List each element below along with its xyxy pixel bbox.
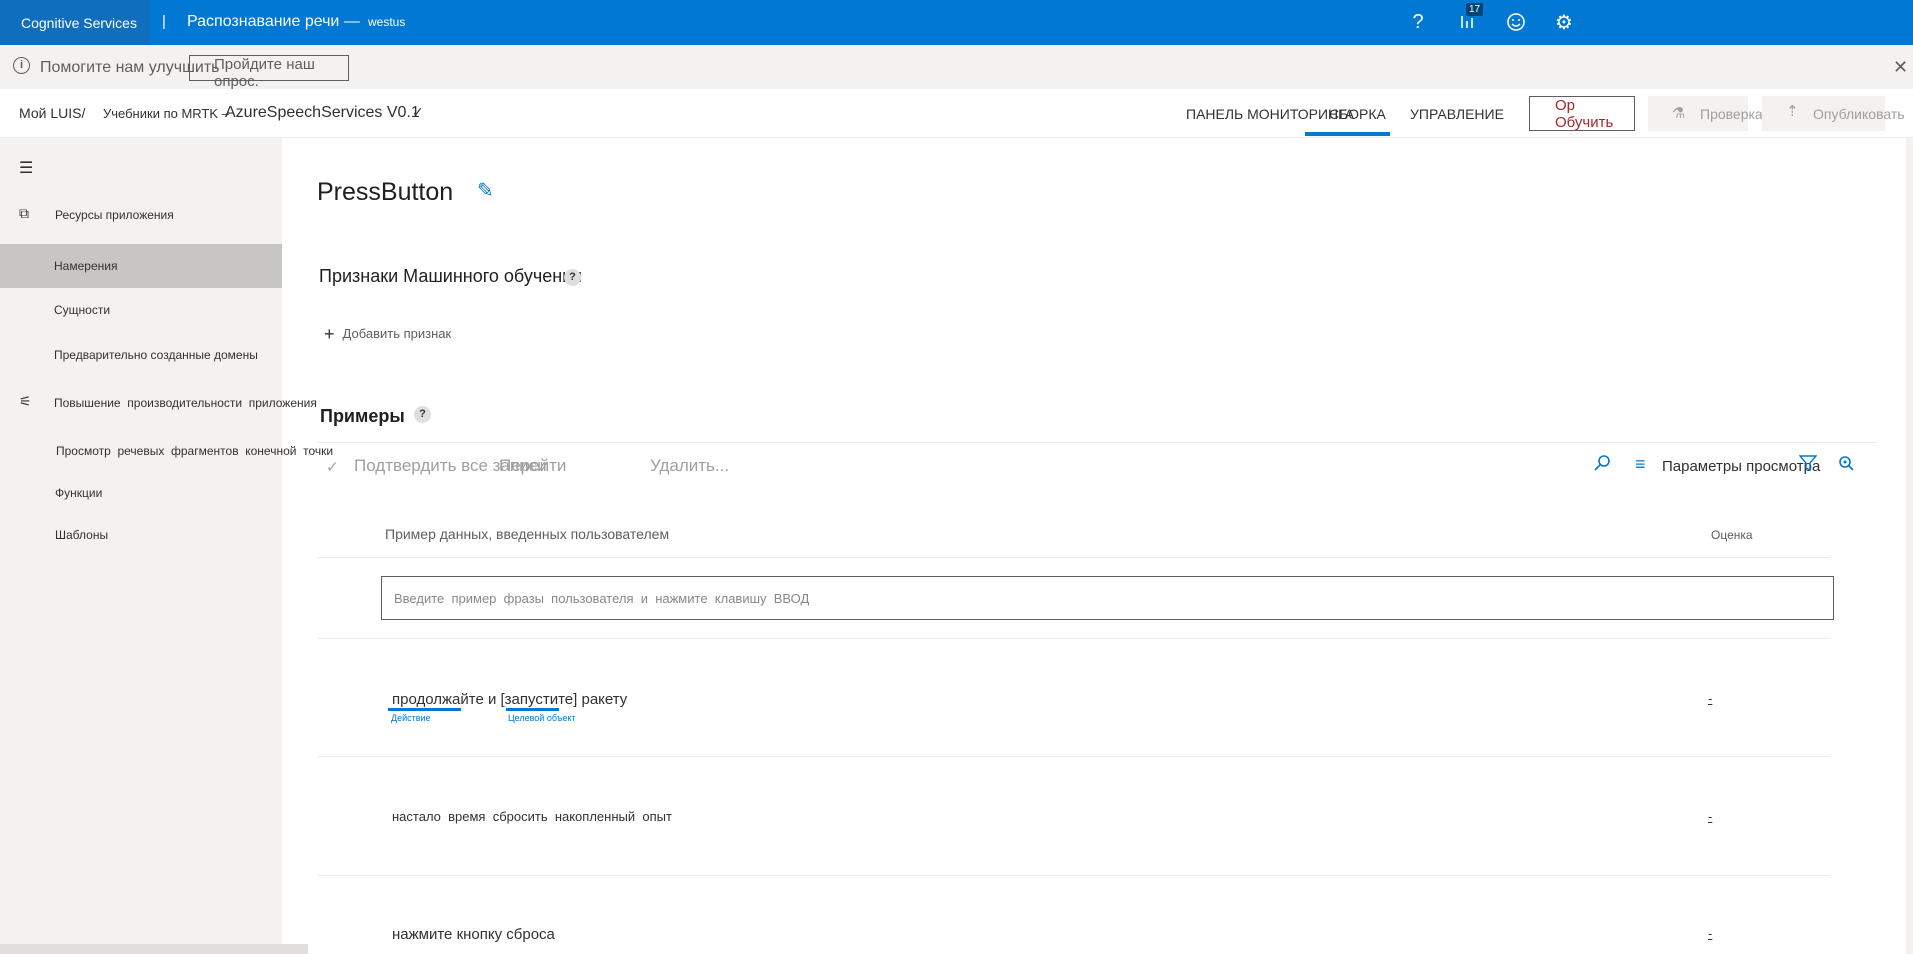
settings-icon[interactable]: ⚙ [1550,8,1578,36]
sidebar-item-label: Намерения [54,259,118,273]
breadcrumb-bar: Мой LUIS/ Учебники по MRTK – AzureSpeech… [0,89,1913,138]
app-assets-icon: ⧉ [19,205,29,221]
help-icon[interactable]: ? [414,406,431,423]
breadcrumb-group[interactable]: Учебники по MRTK – [103,106,229,121]
sidebar-item-label: Функции [55,486,103,500]
notification-count-badge: 17 [1466,3,1484,16]
add-feature-button[interactable]: + Добавить признак [324,324,451,345]
score-value[interactable]: - [1708,809,1712,824]
sidebar-item-label: Шаблоны [55,528,109,542]
sidebar: ☰ ⧉ Ресурсы приложения Намерения Сущност… [0,138,333,954]
brand-label: Cognitive Services [21,14,137,31]
test-label: Проверка [1700,106,1763,122]
plus-icon: + [324,324,335,344]
survey-button[interactable]: Пройдите наш опрос. [189,55,349,90]
sidebar-item-label: Сущности [54,303,111,317]
ml-features-heading: Признаки Машинного обучения [319,266,582,286]
active-tab-indicator [1305,132,1390,136]
tab-build[interactable]: СБОРКА [1329,106,1386,122]
sidebar-item-features[interactable]: Функции [0,481,282,511]
examples-heading: Примеры [320,406,405,426]
entity-label[interactable]: Действие [391,713,431,723]
utterance-text: продолжайте и [запустите] ракету [392,691,628,708]
view-options-icon[interactable]: ≡ [1635,454,1646,475]
publish-button[interactable]: ⇡ Опубликовать [1762,96,1905,131]
filter-icon[interactable] [1798,454,1818,477]
train-button[interactable]: Op Обучить [1529,96,1635,131]
page-title: PressButton [317,178,454,206]
entity-label[interactable]: Целевой объект [508,713,576,723]
goto-button[interactable]: Перейти [499,456,566,476]
checkmark-icon: ✓ [326,459,339,476]
top-bar: Cognitive Services | Распознавание речи … [0,0,1913,45]
publish-icon: ⇡ [1786,103,1799,120]
divider [317,557,1830,558]
flask-icon: ⚗ [1672,105,1686,122]
sidebar-item-prebuilt-domains[interactable]: Предварительно созданные домены [0,343,282,373]
sidebar-item-label: Предварительно созданные домены [54,348,258,362]
help-icon[interactable]: ? [1404,8,1432,36]
status-url-strip [0,944,308,954]
sidebar-item-label: Ресурсы приложения [55,208,174,222]
sidebar-item-entities[interactable]: Сущности [0,298,282,328]
divider [317,875,1830,876]
score-value[interactable]: - [1708,691,1712,706]
scrollbar[interactable] [1906,138,1913,954]
sidebar-item-app-assets[interactable]: ⧉ Ресурсы приложения [0,203,282,233]
column-header-user-input[interactable]: Пример данных, введенных пользователем [385,526,669,542]
search-icon[interactable] [1594,454,1612,477]
divider [317,638,1830,639]
entity-underline[interactable] [506,708,559,711]
utterance-text: настало время сбросить накопленный опыт [392,809,672,824]
region-label: westus [368,15,406,29]
close-icon[interactable]: ✕ [1893,57,1908,78]
info-icon: i [13,57,30,74]
test-button[interactable]: ⚗ Проверка [1648,96,1763,131]
sidebar-item-patterns[interactable]: Шаблоны [0,523,282,553]
menu-icon[interactable]: ☰ [19,158,35,178]
sidebar-item-review-endpoint[interactable]: Просмотр речевых фрагментов конечной точ… [0,439,333,469]
edit-icon[interactable]: ✎ [477,178,494,203]
utterance-input[interactable] [381,576,1834,620]
app-title: Распознавание речи — [187,13,360,30]
survey-banner: i Помогите нам улучшить Пройдите наш опр… [0,45,1913,90]
chevron-down-icon[interactable]: ✓ [412,104,424,121]
tab-manage[interactable]: УПРАВЛЕНИЕ [1410,106,1504,122]
feedback-icon[interactable] [1502,8,1530,36]
entity-underline[interactable] [388,708,461,711]
sidebar-item-improve-performance[interactable]: ⚟ Повышение производительности приложени… [0,391,317,421]
help-icon[interactable]: ? [564,269,581,286]
divider [317,756,1830,757]
train-label: Обучить [1555,114,1614,131]
score-value[interactable]: - [1708,926,1712,941]
view-options-button[interactable]: Параметры просмотра [1662,458,1820,475]
sliders-icon: ⚟ [19,393,32,409]
brand-separator: | [162,13,166,30]
main-content: PressButton ✎ Признаки Машинного обучени… [282,138,1913,954]
column-header-score[interactable]: Оценка [1711,528,1753,542]
sidebar-item-label: Повышение производительности приложения [54,396,317,410]
breadcrumb-app[interactable]: AzureSpeechServices V0.1 [225,104,420,122]
publish-label: Опубликовать [1813,106,1905,122]
brand-link[interactable]: Cognitive Services [0,0,150,45]
breadcrumb-my-luis[interactable]: Мой LUIS/ [19,105,85,121]
add-feature-label: Добавить признак [342,326,452,341]
entity-search-icon[interactable] [1837,454,1855,477]
delete-button[interactable]: Удалить... [650,456,729,476]
sidebar-item-intents[interactable]: Намерения [0,244,282,288]
train-prefix: Op [1555,97,1576,114]
utterance-text: нажмите кнопку сброса [392,926,555,943]
divider [317,442,1877,443]
